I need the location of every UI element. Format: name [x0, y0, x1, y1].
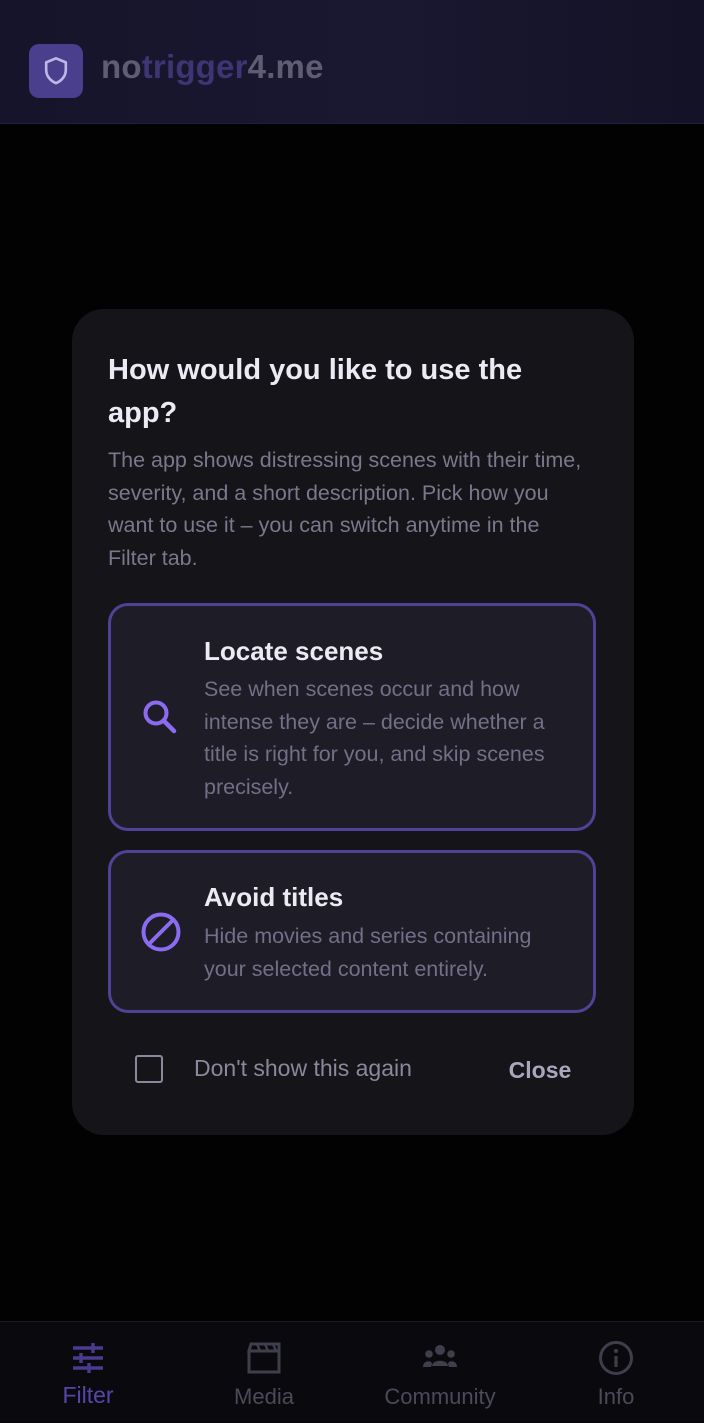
- nav-label: Community: [384, 1384, 496, 1409]
- option-title: Locate scenes: [204, 636, 384, 666]
- nav-label: Info: [597, 1384, 635, 1409]
- clapperboard-icon: [247, 1342, 281, 1374]
- option-title: Avoid titles: [204, 882, 344, 912]
- dont-show-again-label[interactable]: Don't show this again: [194, 1055, 412, 1082]
- logo: [29, 44, 83, 98]
- dialog-title: How would you like to use the app?: [108, 354, 523, 429]
- sliders-icon: [73, 1343, 103, 1373]
- brand-part-trigger: trigger: [141, 48, 248, 85]
- brand-part-no: no: [101, 48, 142, 85]
- nav-item-community[interactable]: Community: [352, 1322, 528, 1423]
- option-description: Hide movies and series containing your s…: [204, 924, 532, 981]
- option-avoid-titles[interactable]: Avoid titles Hide movies and series cont…: [108, 850, 596, 1013]
- usage-mode-dialog: How would you like to use the app? The a…: [72, 309, 634, 1135]
- option-locate-scenes[interactable]: Locate scenes See when scenes occur and …: [108, 603, 596, 831]
- info-icon: [599, 1341, 633, 1375]
- brand-name: notrigger4.me: [101, 48, 324, 86]
- nav-label: Filter: [62, 1382, 114, 1408]
- nav-item-info[interactable]: Info: [528, 1322, 704, 1423]
- nav-item-media[interactable]: Media: [176, 1322, 352, 1423]
- block-icon: [141, 912, 181, 952]
- nav-label: Media: [234, 1384, 294, 1409]
- app-header: notrigger4.me: [0, 0, 704, 124]
- option-description: See when scenes occur and how intense th…: [204, 677, 545, 799]
- brand-part-suffix: 4.me: [247, 48, 324, 85]
- dialog-description: The app shows distressing scenes with th…: [108, 448, 582, 570]
- group-icon: [423, 1345, 457, 1367]
- bottom-navigation: Filter Media Community Info: [0, 1321, 704, 1422]
- dont-show-again-checkbox[interactable]: [135, 1055, 163, 1083]
- search-icon: [143, 700, 177, 734]
- close-button[interactable]: Close: [498, 1047, 582, 1093]
- shield-icon: [44, 56, 68, 85]
- nav-item-filter[interactable]: Filter: [0, 1322, 176, 1423]
